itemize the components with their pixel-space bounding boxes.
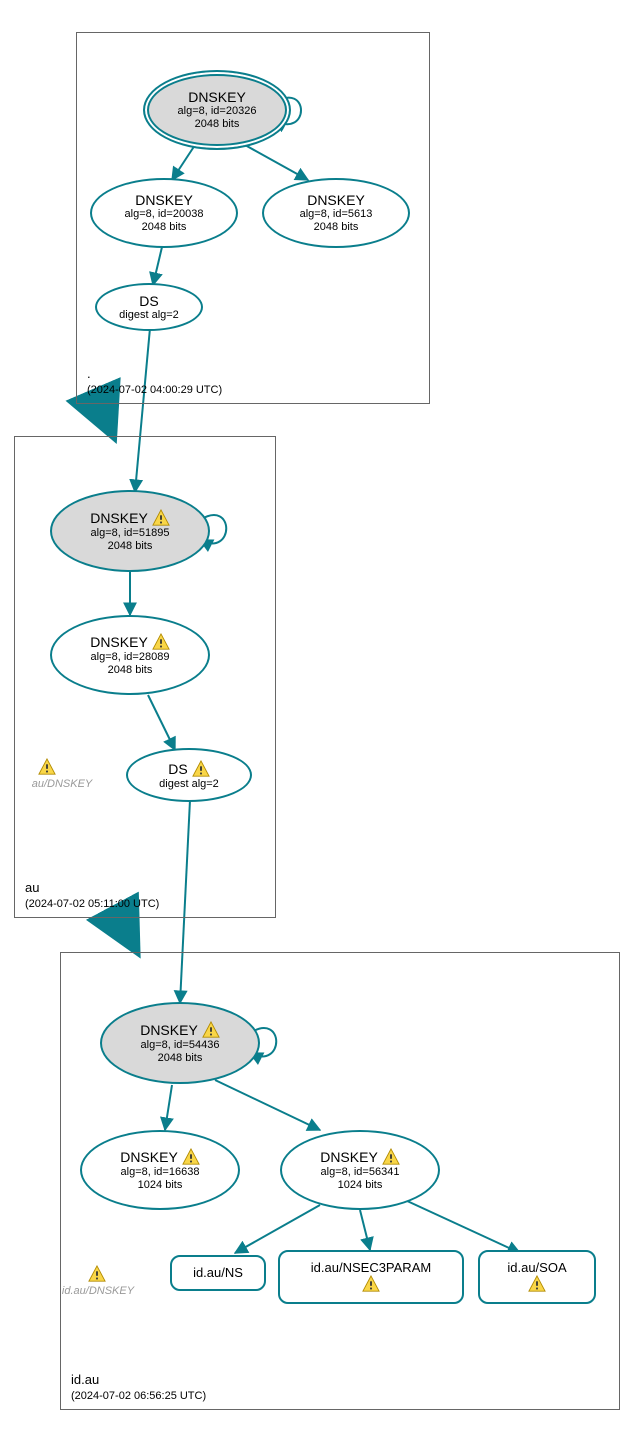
node-idau-zsk1-l2: 1024 bits (138, 1179, 183, 1192)
node-idau-ksk-l2: 2048 bits (158, 1052, 203, 1065)
node-idau-zsk2-l2: 1024 bits (338, 1179, 383, 1192)
node-rr-nsec3-label: id.au/NSEC3PARAM (311, 1261, 431, 1276)
node-idau-zsk2[interactable]: DNSKEY alg=8, id=56341 1024 bits (280, 1130, 440, 1210)
node-idau-zsk1-l1: alg=8, id=16638 (121, 1166, 200, 1179)
warning-icon (182, 1148, 200, 1166)
node-root-zsk1-l1: alg=8, id=20038 (125, 208, 204, 221)
node-au-zsk[interactable]: DNSKEY alg=8, id=28089 2048 bits (50, 615, 210, 695)
warning-icon (38, 758, 56, 776)
node-root-ksk[interactable]: DNSKEY alg=8, id=20326 2048 bits (143, 70, 291, 150)
node-rr-ns[interactable]: id.au/NS (170, 1255, 266, 1291)
node-au-zsk-title: DNSKEY (90, 634, 148, 650)
zone-root-name: . (87, 366, 222, 383)
node-idau-zsk1-title: DNSKEY (120, 1149, 178, 1165)
node-rr-soa[interactable]: id.au/SOA (478, 1250, 596, 1304)
node-root-ds-title: DS (139, 293, 158, 309)
node-idau-ksk[interactable]: DNSKEY alg=8, id=54436 2048 bits (100, 1002, 260, 1084)
warning-icon (362, 1275, 380, 1293)
node-root-ksk-l1: alg=8, id=20326 (178, 105, 257, 118)
zone-au-time: (2024-07-02 05:11:00 UTC) (25, 897, 159, 911)
node-root-zsk2-l2: 2048 bits (314, 221, 359, 234)
node-au-ksk-l1: alg=8, id=51895 (91, 527, 170, 540)
node-idau-ksk-l1: alg=8, id=54436 (141, 1039, 220, 1052)
diagram-canvas: . (2024-07-02 04:00:29 UTC) au (2024-07-… (0, 0, 637, 1433)
node-root-ksk-title: DNSKEY (188, 89, 246, 105)
zone-idau-label: id.au (2024-07-02 06:56:25 UTC) (71, 1372, 206, 1403)
node-root-zsk1-title: DNSKEY (135, 192, 193, 208)
node-root-zsk1-l2: 2048 bits (142, 221, 187, 234)
warning-icon (382, 1148, 400, 1166)
node-idau-zsk2-title: DNSKEY (320, 1149, 378, 1165)
warning-icon (528, 1275, 546, 1293)
node-rr-soa-label: id.au/SOA (507, 1261, 566, 1276)
zone-au-label: au (2024-07-02 05:11:00 UTC) (25, 880, 159, 911)
node-root-zsk1[interactable]: DNSKEY alg=8, id=20038 2048 bits (90, 178, 238, 248)
zone-idau-time: (2024-07-02 06:56:25 UTC) (71, 1389, 206, 1403)
node-root-ksk-l2: 2048 bits (195, 118, 240, 131)
warning-icon (202, 1021, 220, 1039)
node-au-ksk-l2: 2048 bits (108, 540, 153, 553)
node-root-zsk2[interactable]: DNSKEY alg=8, id=5613 2048 bits (262, 178, 410, 248)
node-idau-ksk-title: DNSKEY (140, 1022, 198, 1038)
node-au-zsk-l1: alg=8, id=28089 (91, 651, 170, 664)
node-au-ds-title: DS (168, 761, 187, 777)
warning-icon (152, 633, 170, 651)
idau-dnskey-warning (88, 1265, 106, 1286)
node-rr-ns-label: id.au/NS (193, 1266, 243, 1281)
au-dnskey-warning (38, 758, 56, 779)
node-root-ds-l1: digest alg=2 (119, 309, 179, 322)
zone-root-label: . (2024-07-02 04:00:29 UTC) (87, 366, 222, 397)
node-au-ksk-title: DNSKEY (90, 510, 148, 526)
node-rr-nsec3[interactable]: id.au/NSEC3PARAM (278, 1250, 464, 1304)
node-idau-zsk2-l1: alg=8, id=56341 (321, 1166, 400, 1179)
node-au-ds[interactable]: DS digest alg=2 (126, 748, 252, 802)
warning-icon (88, 1265, 106, 1283)
node-root-zsk2-title: DNSKEY (307, 192, 365, 208)
node-au-zsk-l2: 2048 bits (108, 664, 153, 677)
node-idau-zsk1[interactable]: DNSKEY alg=8, id=16638 1024 bits (80, 1130, 240, 1210)
warning-icon (152, 509, 170, 527)
node-root-zsk2-l1: alg=8, id=5613 (300, 208, 373, 221)
au-dnskey-faded-label: au/DNSKEY (22, 778, 102, 790)
node-au-ksk[interactable]: DNSKEY alg=8, id=51895 2048 bits (50, 490, 210, 572)
zone-root-time: (2024-07-02 04:00:29 UTC) (87, 383, 222, 397)
node-root-ds[interactable]: DS digest alg=2 (95, 283, 203, 331)
idau-dnskey-faded-label: id.au/DNSKEY (58, 1285, 138, 1297)
zone-au-name: au (25, 880, 159, 897)
node-au-ds-l1: digest alg=2 (159, 778, 219, 791)
zone-idau-name: id.au (71, 1372, 206, 1389)
warning-icon (192, 760, 210, 778)
